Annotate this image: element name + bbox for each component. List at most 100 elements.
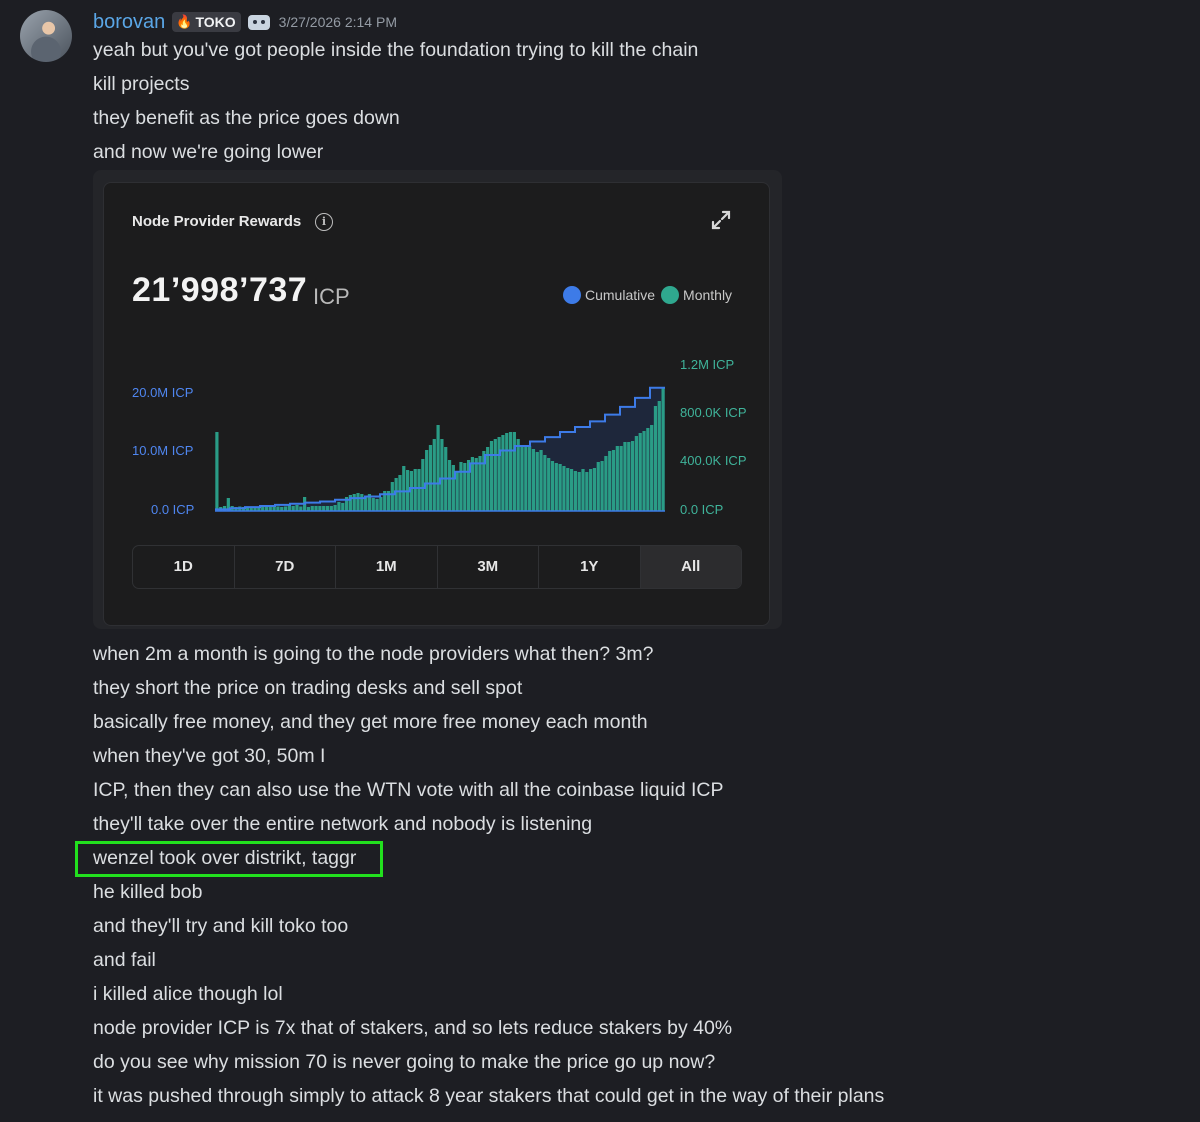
message-line: and they'll try and kill toko too: [93, 915, 349, 937]
rewards-chart[interactable]: [215, 383, 665, 513]
monthly-bar[interactable]: [657, 401, 661, 511]
monthly-bar[interactable]: [436, 425, 440, 511]
monthly-bar[interactable]: [421, 459, 425, 511]
monthly-bar[interactable]: [432, 439, 436, 511]
info-icon[interactable]: i: [315, 213, 333, 231]
monthly-bar[interactable]: [661, 388, 665, 511]
monthly-bar[interactable]: [650, 425, 654, 511]
monthly-bar[interactable]: [608, 451, 612, 511]
monthly-bar[interactable]: [630, 441, 635, 511]
monthly-bar[interactable]: [611, 450, 616, 511]
monthly-bar[interactable]: [352, 494, 356, 511]
monthly-bar[interactable]: [505, 433, 509, 511]
monthly-bar[interactable]: [455, 472, 459, 511]
monthly-bar[interactable]: [539, 450, 543, 511]
range-button-3m[interactable]: 3M: [438, 546, 539, 588]
monthly-bar[interactable]: [600, 461, 604, 511]
message-line: when 2m a month is going to the node pro…: [93, 643, 654, 665]
avatar[interactable]: [20, 10, 72, 62]
monthly-bar[interactable]: [356, 493, 360, 511]
monthly-bar[interactable]: [592, 468, 597, 511]
image-attachment[interactable]: Node Provider Rewards i 21’998’737 ICP C…: [93, 170, 782, 629]
monthly-bar[interactable]: [642, 431, 646, 511]
monthly-bar[interactable]: [531, 449, 536, 511]
range-button-1m[interactable]: 1M: [336, 546, 438, 588]
monthly-bar[interactable]: [371, 498, 375, 511]
monthly-bar[interactable]: [333, 505, 337, 511]
total-unit: ICP: [313, 284, 350, 309]
range-button-7d[interactable]: 7D: [235, 546, 336, 588]
monthly-bar[interactable]: [295, 505, 299, 511]
message-line: i killed alice though lol: [93, 983, 283, 1005]
monthly-bar[interactable]: [489, 441, 494, 511]
monthly-bar[interactable]: [623, 442, 627, 511]
monthly-bar[interactable]: [474, 458, 478, 511]
monthly-bar[interactable]: [341, 503, 345, 511]
monthly-bar[interactable]: [566, 468, 570, 511]
range-button-all[interactable]: All: [640, 546, 741, 588]
expand-icon[interactable]: [710, 209, 732, 231]
monthly-bar[interactable]: [646, 428, 650, 511]
monthly-bar[interactable]: [508, 432, 513, 511]
monthly-bar[interactable]: [615, 446, 619, 511]
username[interactable]: borovan: [93, 11, 165, 34]
monthly-bar[interactable]: [535, 452, 539, 511]
message-line: they benefit as the price goes down: [93, 107, 400, 129]
monthly-bar[interactable]: [447, 460, 452, 511]
monthly-bar[interactable]: [512, 432, 516, 511]
monthly-bar[interactable]: [425, 450, 429, 511]
flame-icon: 🔥: [176, 14, 193, 29]
monthly-bar[interactable]: [573, 471, 577, 511]
monthly-bar[interactable]: [596, 462, 600, 511]
monthly-bar[interactable]: [440, 439, 444, 511]
monthly-bar[interactable]: [550, 461, 555, 511]
monthly-bar[interactable]: [402, 466, 406, 511]
monthly-bar[interactable]: [569, 469, 574, 511]
monthly-bar[interactable]: [470, 457, 475, 511]
monthly-bar[interactable]: [589, 469, 593, 511]
monthly-bar[interactable]: [428, 445, 433, 511]
monthly-bar[interactable]: [379, 497, 383, 511]
monthly-bar[interactable]: [547, 458, 551, 511]
monthly-bar[interactable]: [627, 442, 631, 511]
monthly-bar[interactable]: [375, 499, 379, 511]
monthly-bar[interactable]: [528, 446, 532, 511]
monthly-bar[interactable]: [413, 469, 417, 511]
range-button-1y[interactable]: 1Y: [539, 546, 641, 588]
range-button-1d[interactable]: 1D: [133, 546, 235, 588]
monthly-bar[interactable]: [543, 455, 547, 511]
monthly-bar[interactable]: [577, 472, 581, 511]
monthly-bar[interactable]: [653, 406, 658, 511]
monthly-bar[interactable]: [360, 494, 364, 511]
monthly-bar[interactable]: [390, 482, 394, 511]
monthly-bar[interactable]: [524, 445, 528, 511]
message-line: and now we're going lower: [93, 141, 324, 163]
monthly-bar[interactable]: [463, 463, 467, 511]
monthly-bar[interactable]: [520, 446, 524, 511]
monthly-bar[interactable]: [604, 456, 608, 511]
monthly-bar[interactable]: [554, 463, 558, 511]
guild-tag[interactable]: 🔥 TOKO: [172, 12, 241, 32]
message-line: and fail: [93, 949, 156, 971]
monthly-bar[interactable]: [581, 469, 585, 511]
monthly-bar[interactable]: [634, 436, 638, 511]
legend-monthly[interactable]: Monthly: [661, 286, 732, 304]
monthly-bar[interactable]: [585, 472, 589, 511]
legend-cumulative[interactable]: Cumulative: [563, 286, 655, 304]
monthly-bar[interactable]: [562, 466, 566, 511]
monthly-bar[interactable]: [619, 446, 623, 511]
monthly-bar[interactable]: [287, 505, 291, 511]
monthly-bar[interactable]: [497, 437, 501, 511]
monthly-bar[interactable]: [638, 433, 642, 511]
monthly-bar[interactable]: [337, 502, 341, 511]
monthly-bar[interactable]: [486, 447, 490, 511]
monthly-bar[interactable]: [417, 469, 421, 511]
monthly-bar[interactable]: [493, 439, 497, 511]
monthly-bar[interactable]: [516, 439, 520, 511]
monthly-bar[interactable]: [215, 432, 219, 511]
message-line: he killed bob: [93, 881, 203, 903]
monthly-bar[interactable]: [459, 462, 463, 511]
monthly-bar[interactable]: [501, 435, 505, 511]
monthly-bar[interactable]: [398, 475, 402, 511]
monthly-bar[interactable]: [558, 464, 562, 511]
